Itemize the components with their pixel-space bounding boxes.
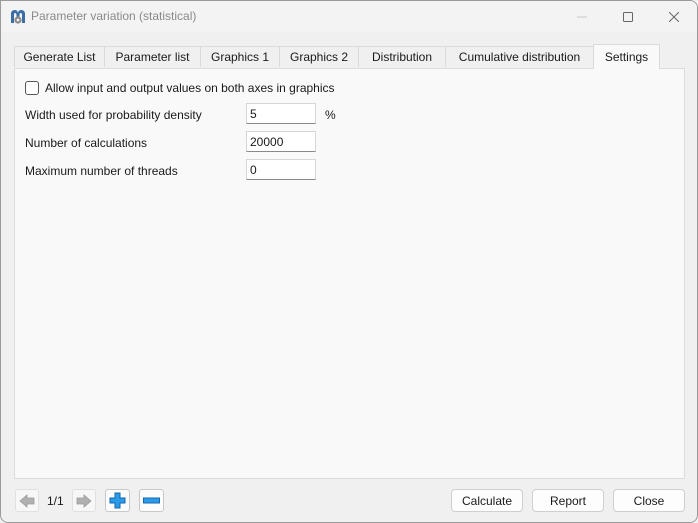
previous-button[interactable] xyxy=(15,489,39,512)
arrow-right-icon xyxy=(76,493,92,508)
minimize-button[interactable] xyxy=(559,1,605,32)
max-threads-label: Maximum number of threads xyxy=(25,164,178,178)
tab-label: Cumulative distribution xyxy=(458,50,581,64)
prob-density-width-label: Width used for probability density xyxy=(25,108,202,122)
percent-unit-label: % xyxy=(325,108,336,122)
tab-label: Graphics 1 xyxy=(210,50,270,64)
bottom-toolbar: 1/1 Calculate Report Close xyxy=(1,486,697,516)
tab-label: Parameter list xyxy=(115,50,190,64)
window-close-button[interactable] xyxy=(651,1,697,32)
tab-label: Settings xyxy=(604,50,649,64)
report-button[interactable]: Report xyxy=(532,489,604,512)
window-title: Parameter variation (statistical) xyxy=(31,9,197,23)
page-counter: 1/1 xyxy=(47,494,64,508)
tab-label: Generate List xyxy=(23,50,96,64)
remove-button[interactable] xyxy=(139,489,164,512)
tab-label: Distribution xyxy=(371,50,433,64)
tab-settings[interactable]: Settings xyxy=(593,44,660,69)
minimize-icon xyxy=(577,16,587,17)
maximize-icon xyxy=(623,11,633,22)
allow-both-axes-checkbox-row[interactable]: Allow input and output values on both ax… xyxy=(25,81,335,95)
tab-cumulative-distribution[interactable]: Cumulative distribution xyxy=(445,46,594,67)
minus-icon xyxy=(143,497,160,503)
maximize-button[interactable] xyxy=(605,1,651,32)
settings-panel: Allow input and output values on both ax… xyxy=(14,68,685,479)
num-calculations-label: Number of calculations xyxy=(25,136,148,150)
close-button[interactable]: Close xyxy=(613,489,685,512)
prob-density-width-input[interactable]: 5 xyxy=(246,103,316,124)
app-icon xyxy=(11,10,25,24)
tab-label: Graphics 2 xyxy=(289,50,349,64)
next-button[interactable] xyxy=(72,489,96,512)
max-threads-input[interactable]: 0 xyxy=(246,159,316,180)
allow-both-axes-checkbox[interactable] xyxy=(25,81,39,95)
tab-graphics-2[interactable]: Graphics 2 xyxy=(279,46,359,67)
tab-distribution[interactable]: Distribution xyxy=(358,46,446,67)
dialog-window: Parameter variation (statistical) Genera… xyxy=(0,0,698,523)
tab-graphics-1[interactable]: Graphics 1 xyxy=(200,46,280,67)
arrow-left-icon xyxy=(19,493,35,508)
plus-icon xyxy=(109,492,126,509)
calculate-button[interactable]: Calculate xyxy=(451,489,523,512)
close-icon xyxy=(669,11,679,22)
num-calculations-input[interactable]: 20000 xyxy=(246,131,316,152)
allow-both-axes-label: Allow input and output values on both ax… xyxy=(45,81,335,95)
tab-parameter-list[interactable]: Parameter list xyxy=(104,46,201,67)
title-bar: Parameter variation (statistical) xyxy=(1,1,697,32)
tab-generate-list[interactable]: Generate List xyxy=(14,46,105,67)
add-button[interactable] xyxy=(105,489,130,512)
